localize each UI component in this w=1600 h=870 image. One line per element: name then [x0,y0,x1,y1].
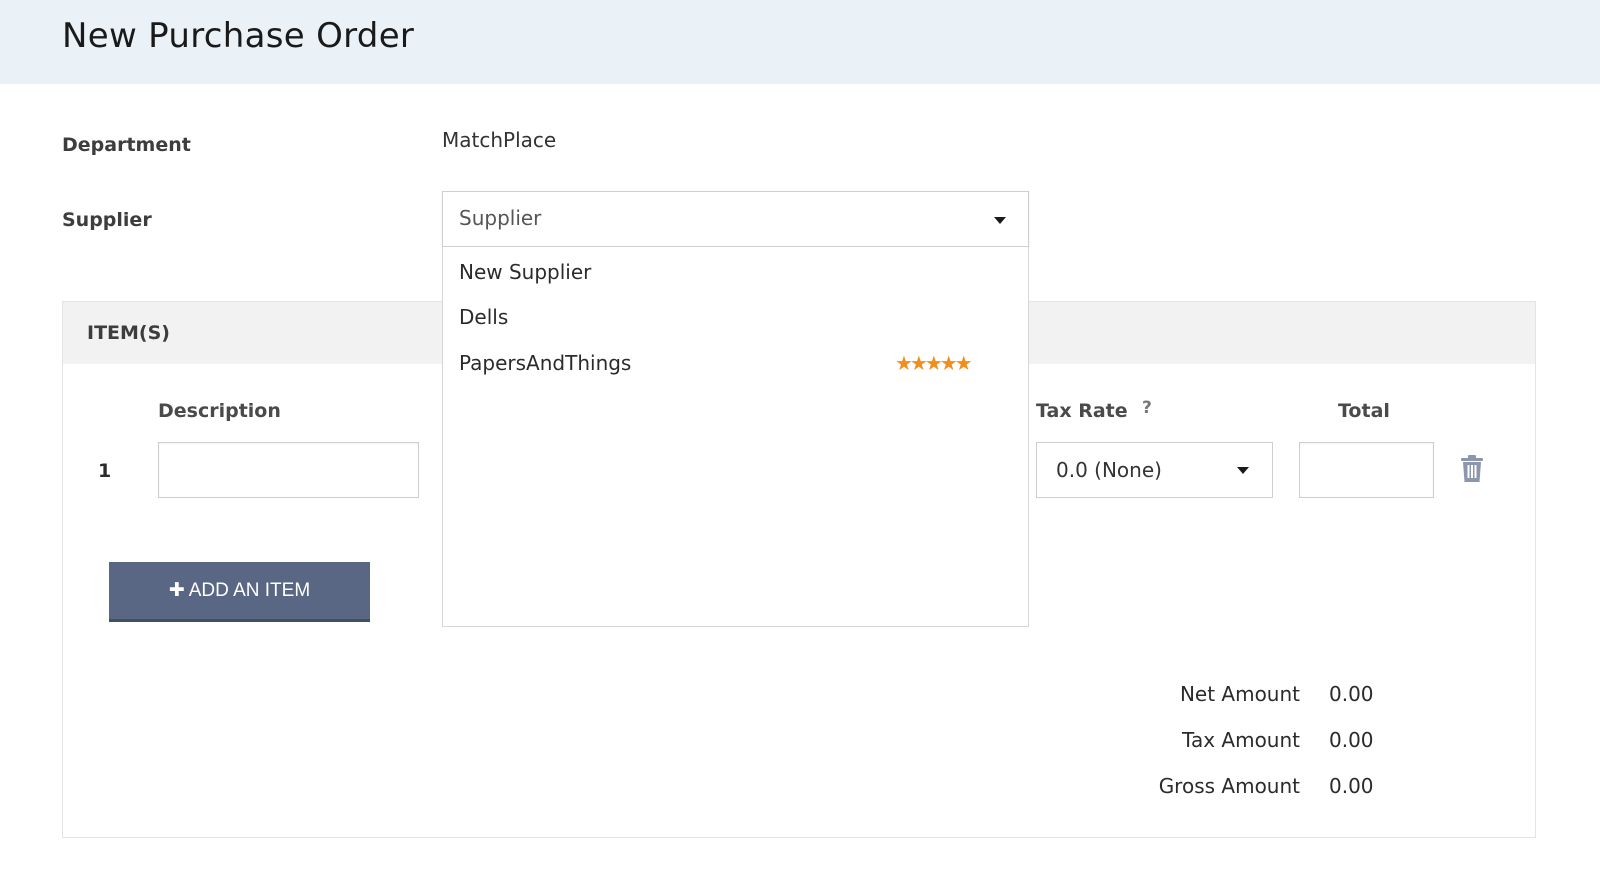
add-item-button[interactable]: ✚ ADD AN ITEM [109,562,370,622]
supplier-option-dells[interactable]: Dells [459,305,508,329]
row-index: 1 [98,460,112,482]
column-description: Description [158,400,281,422]
plus-icon: ✚ [168,580,185,601]
tax-rate-value: 0.0 (None) [1056,458,1162,482]
tax-amount-value: 0.00 [1329,728,1374,752]
trash-icon[interactable] [1460,455,1484,483]
description-input[interactable] [158,442,419,498]
gross-amount-label: Gross Amount [1158,774,1300,798]
gross-amount-value: 0.00 [1329,774,1374,798]
chevron-down-icon [1237,467,1249,474]
supplier-placeholder: Supplier [459,206,542,230]
net-amount-value: 0.00 [1329,682,1374,706]
tax-amount-label: Tax Amount [1182,728,1300,752]
supplier-option-new-supplier[interactable]: New Supplier [459,260,591,284]
tax-rate-select[interactable]: 0.0 (None) [1036,442,1273,498]
column-tax-rate: Tax Rate [1036,400,1128,422]
help-icon[interactable]: ? [1142,398,1152,418]
chevron-down-icon [994,217,1006,224]
column-total: Total [1338,400,1390,422]
department-value: MatchPlace [442,128,557,152]
page-title: New Purchase Order [62,16,415,56]
star-rating-icon: ★★★★★ [895,351,973,375]
supplier-label: Supplier [62,209,152,231]
items-title: ITEM(S) [87,322,170,344]
net-amount-label: Net Amount [1179,682,1300,706]
add-item-label: ADD AN ITEM [188,579,311,601]
supplier-option-papersandthings[interactable]: PapersAndThings [459,351,631,375]
page-header: New Purchase Order [0,0,1600,84]
department-label: Department [62,134,191,156]
total-input[interactable] [1299,442,1434,498]
supplier-select[interactable]: Supplier [442,191,1029,247]
supplier-dropdown-list: New Supplier Dells PapersAndThings ★★★★★ [442,247,1029,627]
